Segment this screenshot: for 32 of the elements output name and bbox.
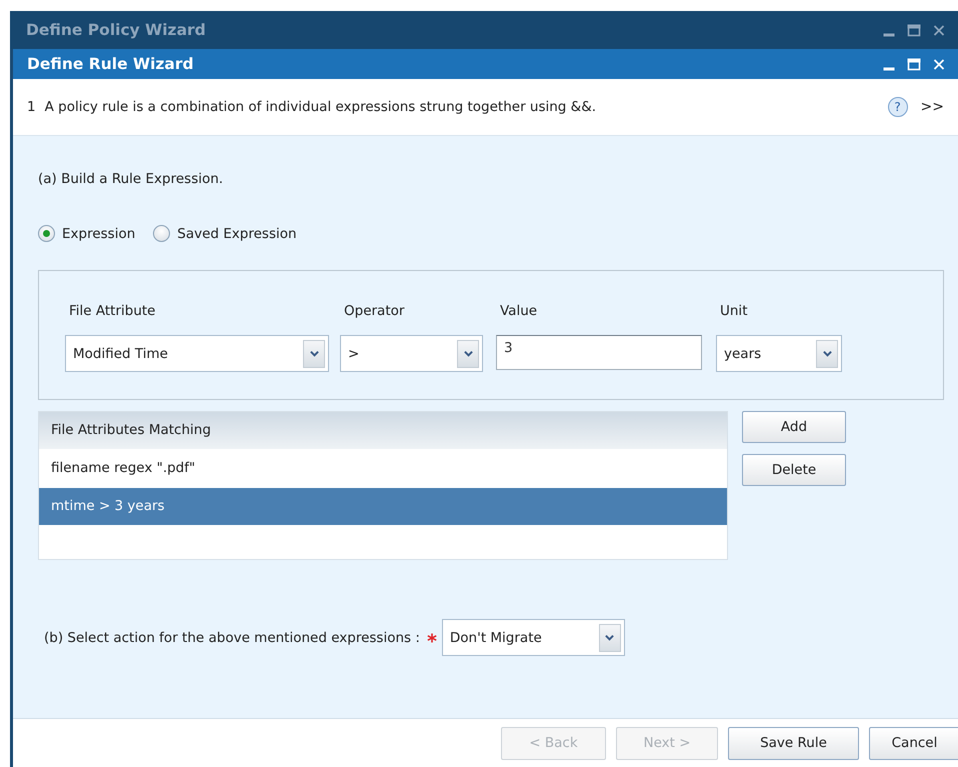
footer-button[interactable]: Save Rule (728, 726, 859, 760)
window-title: Define Rule Wizard (27, 55, 194, 73)
radio-label[interactable]: Expression (62, 226, 136, 242)
radio-icon[interactable] (38, 225, 55, 242)
field-label: File Attribute (68, 303, 156, 319)
side-button[interactable]: Add (742, 411, 846, 443)
step-number: 1 (27, 99, 36, 115)
dropdown[interactable]: > (340, 335, 483, 372)
expand-button[interactable]: >> (920, 99, 944, 115)
action-label: (b) Select action for the above mentioned expressions : (44, 630, 420, 646)
chevron-down-icon (308, 349, 320, 358)
radio-label[interactable]: Saved Expression (177, 226, 297, 242)
field-label: Value (499, 303, 538, 319)
field-label: Unit (719, 303, 748, 319)
table-row[interactable]: mtime > 3 years (39, 488, 727, 525)
chevron-down-icon (462, 349, 474, 358)
section-heading: (a) Build a Rule Expression. (38, 171, 224, 187)
window-title: Define Policy Wizard (26, 21, 206, 39)
radio-icon[interactable] (153, 225, 170, 242)
help-button[interactable]: ? (888, 97, 908, 117)
side-button[interactable]: Delete (742, 454, 846, 486)
field-label: Operator (343, 303, 406, 319)
dropdown[interactable]: Don't Migrate (442, 619, 625, 656)
footer-button[interactable]: Cancel (869, 726, 958, 760)
dropdown[interactable]: Modified Time (65, 335, 329, 372)
chevron-down-icon (604, 633, 616, 642)
dropdown[interactable]: years (716, 335, 842, 372)
input-field[interactable]: 3 (496, 335, 702, 370)
table-row[interactable]: filename regex ".pdf" (39, 449, 727, 488)
chevron-down-icon (822, 349, 832, 358)
step-description: A policy rule is a combination of individual expressions strung together using &&. (44, 99, 598, 115)
column-header: File Attributes Matching (39, 412, 727, 449)
